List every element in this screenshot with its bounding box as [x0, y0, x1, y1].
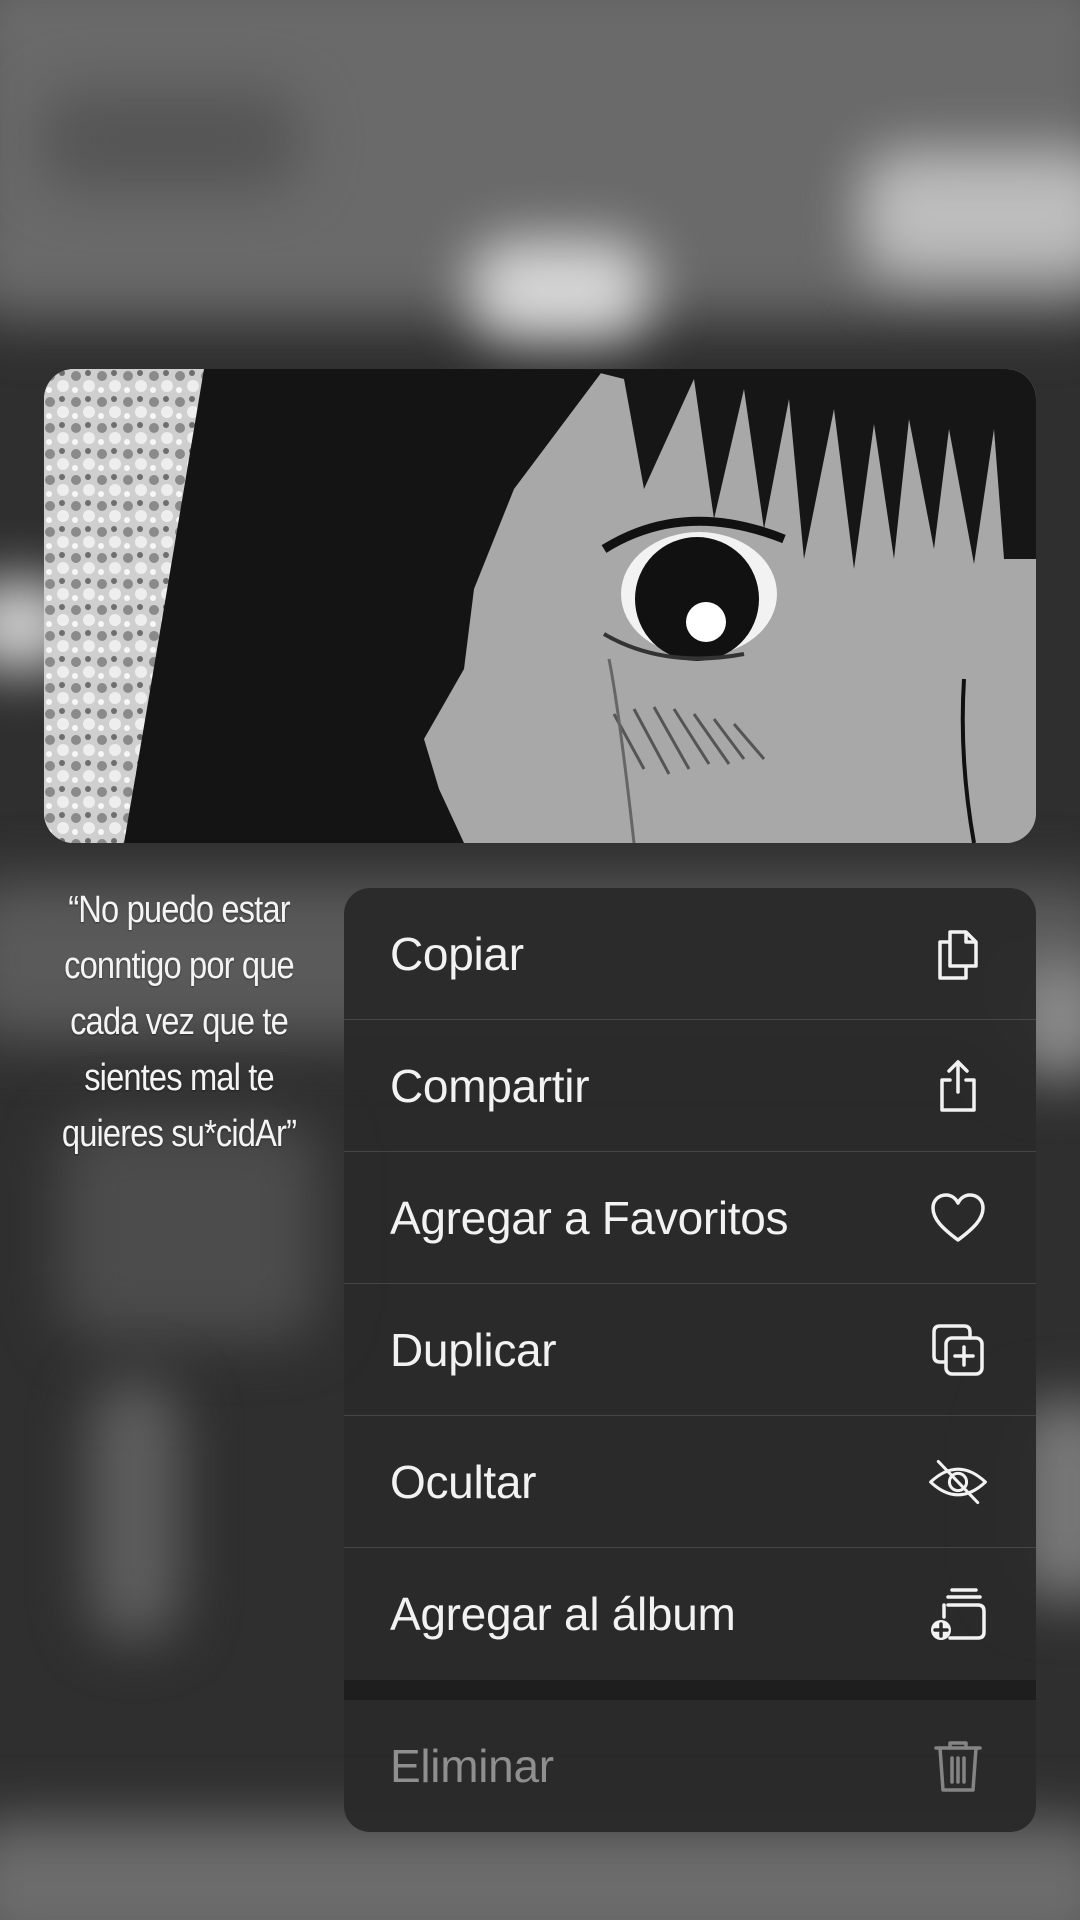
- share-icon: [928, 1056, 988, 1116]
- menu-item-delete[interactable]: Eliminar: [344, 1700, 1036, 1832]
- menu-item-label: Ocultar: [390, 1455, 537, 1508]
- heart-icon: [928, 1188, 988, 1248]
- menu-item-label: Agregar a Favoritos: [390, 1191, 789, 1244]
- menu-item-label: Copiar: [390, 927, 524, 980]
- copy-icon: [928, 924, 988, 984]
- menu-item-label: Compartir: [390, 1059, 590, 1112]
- eye-slash-icon: [928, 1452, 988, 1512]
- menu-item-hide[interactable]: Ocultar: [344, 1416, 1036, 1548]
- duplicate-icon: [928, 1320, 988, 1380]
- menu-item-add-favorites[interactable]: Agregar a Favoritos: [344, 1152, 1036, 1284]
- menu-item-copy[interactable]: Copiar: [344, 888, 1036, 1020]
- menu-item-share[interactable]: Compartir: [344, 1020, 1036, 1152]
- menu-item-label: Eliminar: [390, 1740, 554, 1792]
- menu-section-divider: [344, 1680, 1036, 1700]
- menu-item-label: Agregar al álbum: [390, 1588, 736, 1640]
- story-caption-text: “No puedo estar conntigo por que cada ve…: [61, 889, 297, 1155]
- manga-girl-illustration: [44, 369, 1036, 843]
- trash-icon: [928, 1736, 988, 1796]
- photo-preview[interactable]: [44, 369, 1036, 843]
- menu-item-label: Duplicar: [390, 1323, 557, 1376]
- menu-item-duplicate[interactable]: Duplicar: [344, 1284, 1036, 1416]
- context-menu: Copiar Compartir Agregar a Favoritos Dup…: [344, 888, 1036, 1832]
- add-to-album-icon: [928, 1584, 988, 1644]
- menu-item-add-to-album[interactable]: Agregar al álbum: [344, 1548, 1036, 1680]
